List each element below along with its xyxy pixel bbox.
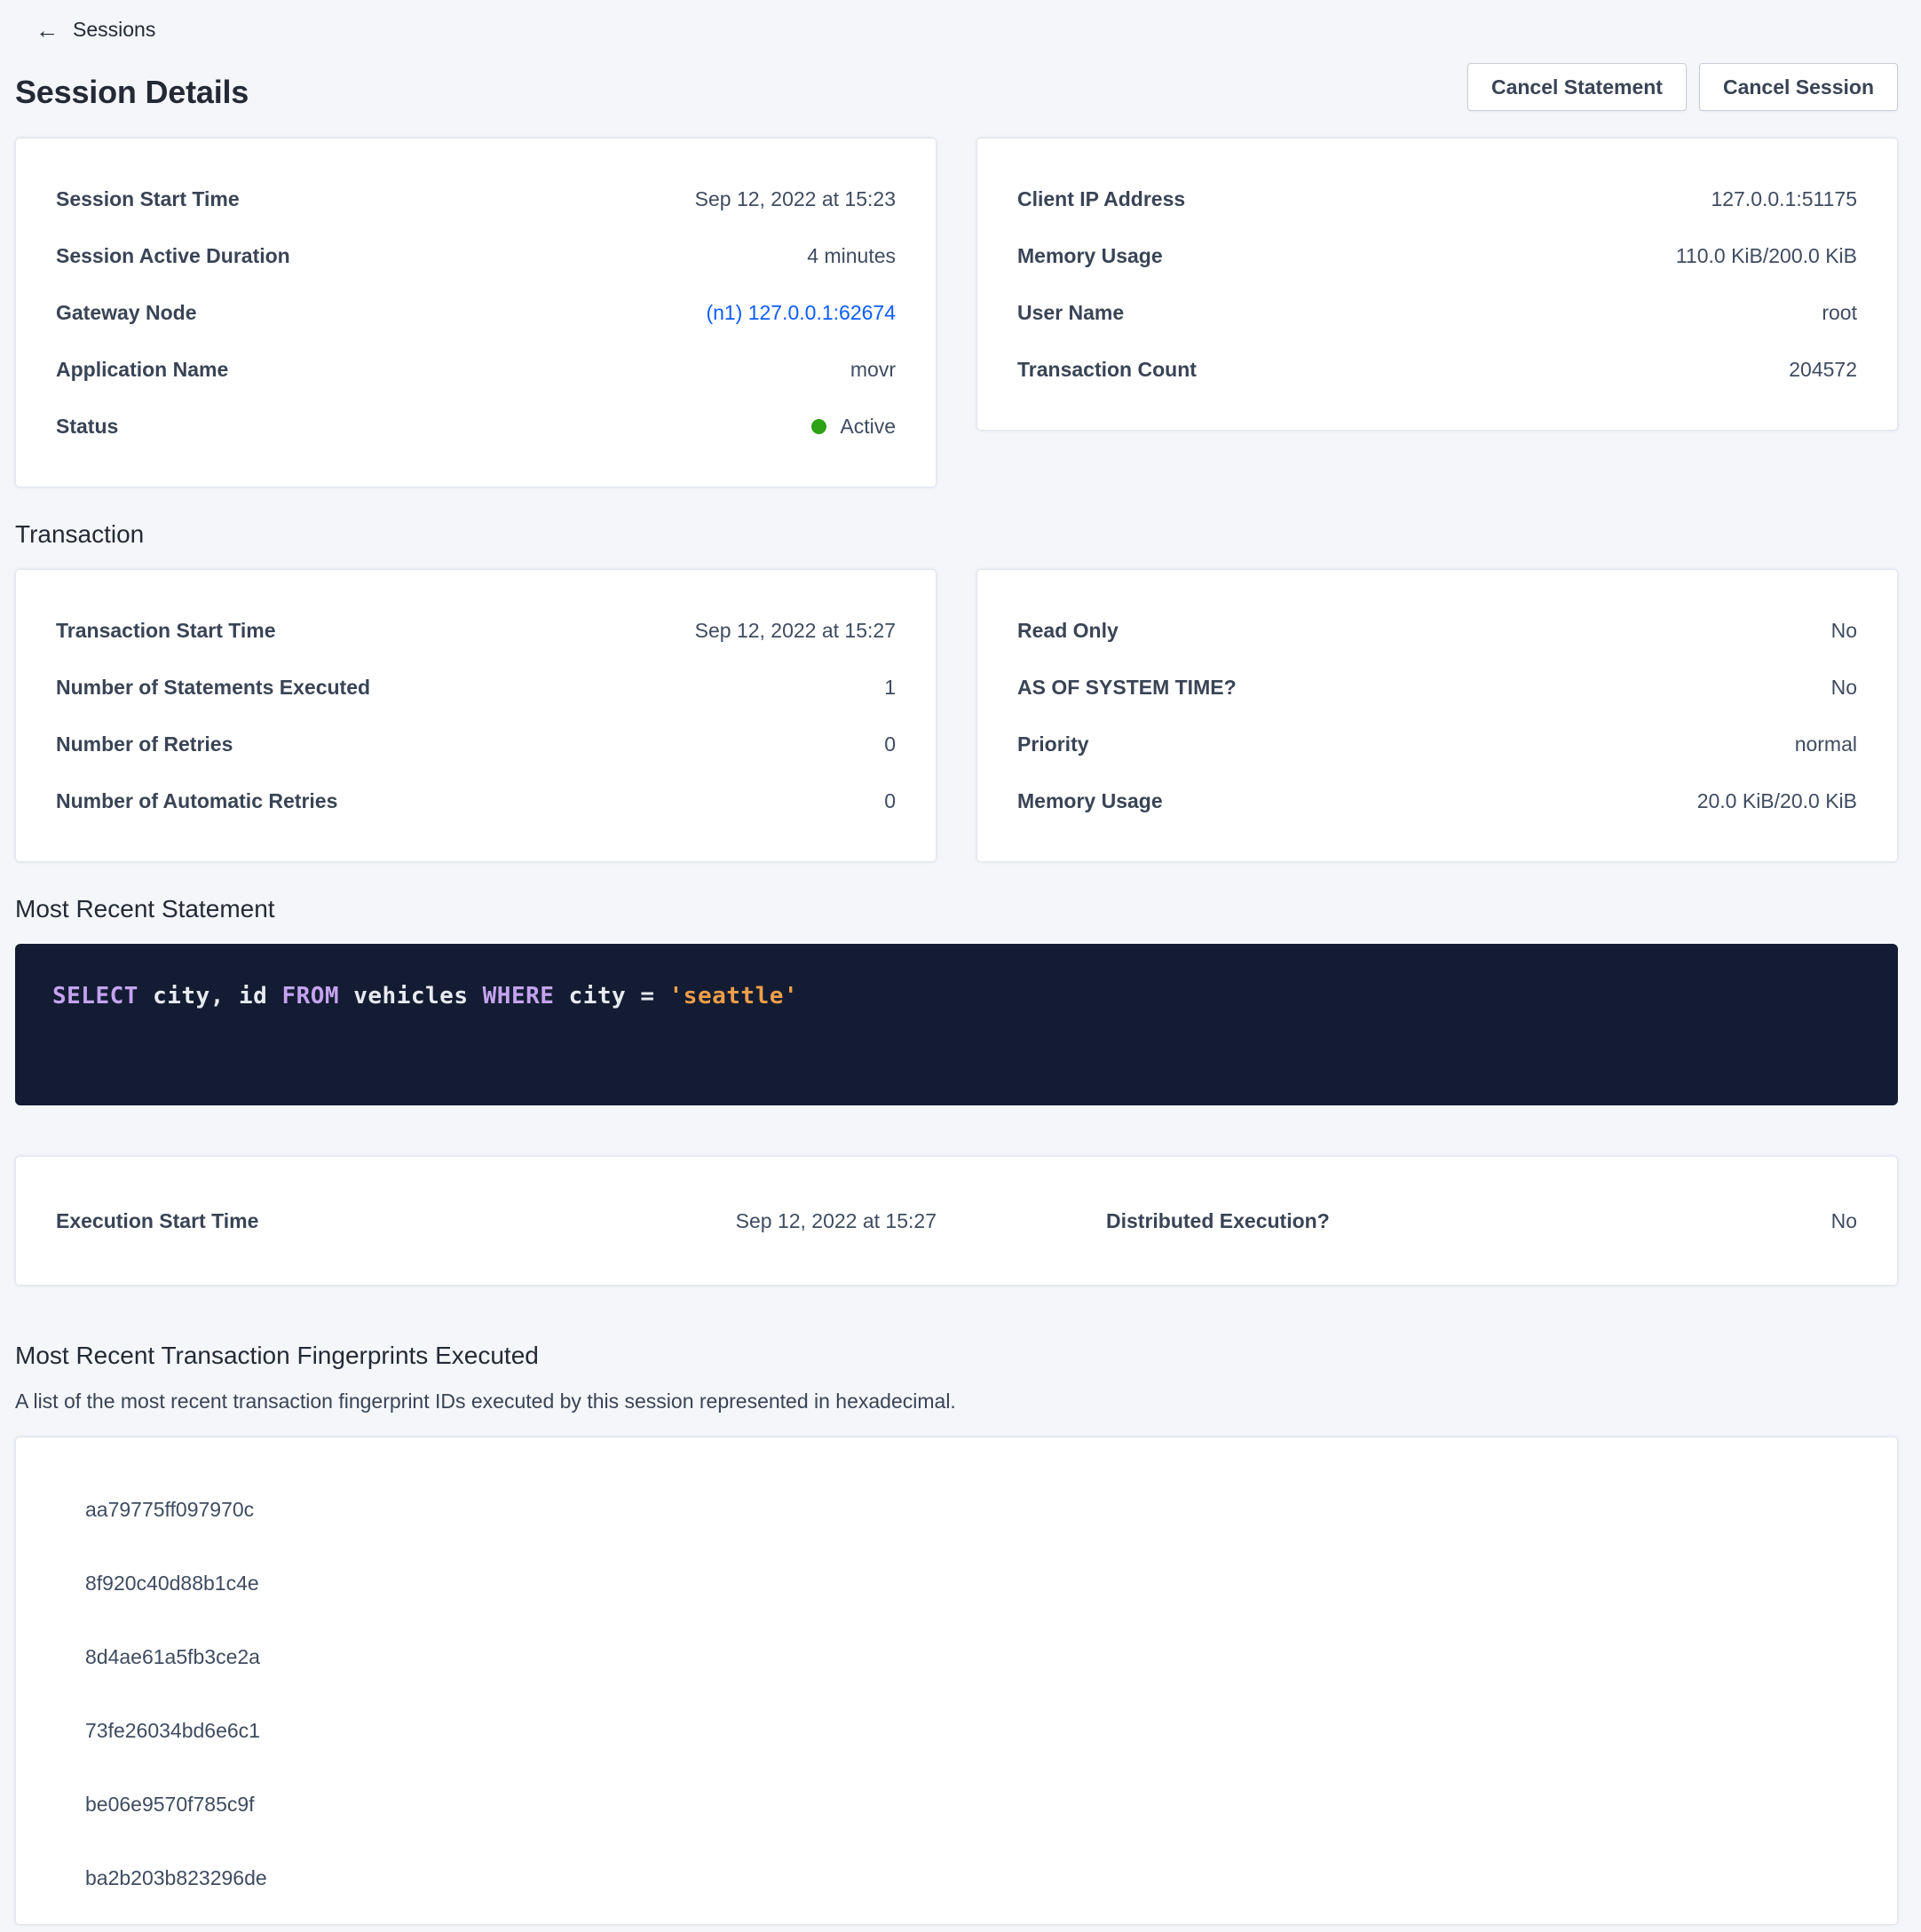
status-row: Status Active bbox=[56, 398, 896, 455]
session-active-duration-row: Session Active Duration 4 minutes bbox=[56, 227, 896, 284]
automatic-retries-label: Number of Automatic Retries bbox=[56, 789, 337, 813]
statements-executed-label: Number of Statements Executed bbox=[56, 676, 370, 700]
gateway-node-label: Gateway Node bbox=[56, 301, 197, 325]
transaction-section-heading: Transaction bbox=[15, 519, 1898, 550]
fingerprint-item: 8d4ae61a5fb3ce2a bbox=[56, 1620, 1857, 1694]
sql-token-kw: WHERE bbox=[483, 983, 555, 1010]
execution-card: Execution Start Time Sep 12, 2022 at 15:… bbox=[15, 1156, 1898, 1286]
transaction-start-time-label: Transaction Start Time bbox=[56, 619, 276, 643]
retries-value: 0 bbox=[884, 732, 896, 756]
transaction-count-row: Transaction Count 204572 bbox=[1017, 341, 1857, 398]
fingerprint-list: aa79775ff097970c8f920c40d88b1c4e8d4ae61a… bbox=[56, 1473, 1857, 1915]
priority-value: normal bbox=[1795, 732, 1857, 756]
retries-row: Number of Retries 0 bbox=[56, 716, 896, 772]
as-of-system-time-row: AS OF SYSTEM TIME? No bbox=[1017, 659, 1857, 716]
read-only-label: Read Only bbox=[1017, 619, 1119, 643]
arrow-left-icon: ← bbox=[36, 19, 59, 42]
client-ip-value: 127.0.0.1:51175 bbox=[1711, 187, 1857, 211]
session-memory-usage-label: Memory Usage bbox=[1017, 244, 1163, 268]
status-active-dot-icon bbox=[811, 419, 826, 434]
sql-token-kw: SELECT bbox=[52, 983, 138, 1010]
transaction-start-time-row: Transaction Start Time Sep 12, 2022 at 1… bbox=[56, 602, 896, 659]
back-link-label: Sessions bbox=[73, 18, 155, 42]
cancel-statement-button[interactable]: Cancel Statement bbox=[1467, 63, 1687, 111]
execution-start-time-value: Sep 12, 2022 at 15:27 bbox=[736, 1209, 937, 1233]
session-summary-card-right: Client IP Address 127.0.0.1:51175 Memory… bbox=[976, 138, 1898, 431]
fingerprints-section-heading: Most Recent Transaction Fingerprints Exe… bbox=[15, 1341, 1898, 1371]
status-value: Active bbox=[840, 415, 896, 439]
transaction-count-value: 204572 bbox=[1789, 358, 1857, 382]
session-start-time-label: Session Start Time bbox=[56, 187, 240, 211]
title-row: Session Details Cancel Statement Cancel … bbox=[15, 63, 1898, 111]
execution-start-time-label: Execution Start Time bbox=[56, 1209, 258, 1233]
status-label: Status bbox=[56, 415, 118, 439]
cancel-session-button[interactable]: Cancel Session bbox=[1699, 63, 1898, 111]
client-ip-row: Client IP Address 127.0.0.1:51175 bbox=[1017, 170, 1857, 227]
fingerprint-item: aa79775ff097970c bbox=[56, 1473, 1857, 1547]
session-summary-card-left: Session Start Time Sep 12, 2022 at 15:23… bbox=[15, 138, 937, 487]
client-ip-label: Client IP Address bbox=[1017, 187, 1185, 211]
sql-token-kw: FROM bbox=[281, 983, 339, 1010]
priority-row: Priority normal bbox=[1017, 716, 1857, 772]
page-title: Session Details bbox=[15, 74, 249, 111]
transaction-start-time-value: Sep 12, 2022 at 15:27 bbox=[695, 619, 896, 643]
as-of-system-time-label: AS OF SYSTEM TIME? bbox=[1017, 676, 1237, 700]
distributed-execution-label: Distributed Execution? bbox=[1106, 1209, 1330, 1233]
sql-token-plain: city, id bbox=[138, 983, 282, 1010]
gateway-node-row: Gateway Node (n1) 127.0.0.1:62674 bbox=[56, 284, 896, 341]
sql-token-plain: city = bbox=[554, 983, 668, 1010]
as-of-system-time-value: No bbox=[1831, 676, 1857, 700]
read-only-value: No bbox=[1831, 619, 1857, 643]
user-name-row: User Name root bbox=[1017, 284, 1857, 341]
distributed-execution-row: Distributed Execution? No bbox=[976, 1192, 1857, 1249]
sql-token-str: 'seattle' bbox=[669, 983, 798, 1010]
transaction-grid: Transaction Start Time Sep 12, 2022 at 1… bbox=[15, 569, 1898, 862]
session-start-time-value: Sep 12, 2022 at 15:23 bbox=[695, 187, 896, 211]
read-only-row: Read Only No bbox=[1017, 602, 1857, 659]
application-name-row: Application Name movr bbox=[56, 341, 896, 398]
fingerprints-subtitle: A list of the most recent transaction fi… bbox=[15, 1389, 1898, 1413]
transaction-card-right: Read Only No AS OF SYSTEM TIME? No Prior… bbox=[976, 569, 1898, 862]
fingerprint-item: be06e9570f785c9f bbox=[56, 1768, 1857, 1841]
fingerprint-item: 73fe26034bd6e6c1 bbox=[56, 1694, 1857, 1768]
transaction-memory-usage-row: Memory Usage 20.0 KiB/20.0 KiB bbox=[1017, 772, 1857, 829]
execution-start-time-row: Execution Start Time Sep 12, 2022 at 15:… bbox=[56, 1192, 937, 1249]
session-start-time-row: Session Start Time Sep 12, 2022 at 15:23 bbox=[56, 170, 896, 227]
transaction-count-label: Transaction Count bbox=[1017, 358, 1197, 382]
sql-token-plain: vehicles bbox=[339, 983, 483, 1010]
session-active-duration-value: 4 minutes bbox=[807, 244, 896, 268]
automatic-retries-row: Number of Automatic Retries 0 bbox=[56, 772, 896, 829]
transaction-memory-usage-label: Memory Usage bbox=[1017, 789, 1163, 813]
session-details-page: ← Sessions Session Details Cancel Statem… bbox=[0, 0, 1921, 1925]
retries-label: Number of Retries bbox=[56, 732, 233, 756]
most-recent-statement-heading: Most Recent Statement bbox=[15, 894, 1898, 924]
application-name-label: Application Name bbox=[56, 358, 228, 382]
fingerprints-card: aa79775ff097970c8f920c40d88b1c4e8d4ae61a… bbox=[15, 1437, 1898, 1925]
transaction-card-left: Transaction Start Time Sep 12, 2022 at 1… bbox=[15, 569, 937, 862]
statements-executed-row: Number of Statements Executed 1 bbox=[56, 659, 896, 716]
application-name-value: movr bbox=[850, 358, 896, 382]
distributed-execution-value: No bbox=[1831, 1209, 1857, 1233]
user-name-label: User Name bbox=[1017, 301, 1124, 325]
user-name-value: root bbox=[1822, 301, 1857, 325]
session-active-duration-label: Session Active Duration bbox=[56, 244, 290, 268]
action-buttons: Cancel Statement Cancel Session bbox=[1467, 63, 1898, 111]
fingerprint-item: 8f920c40d88b1c4e bbox=[56, 1547, 1857, 1620]
session-summary-grid: Session Start Time Sep 12, 2022 at 15:23… bbox=[15, 138, 1898, 487]
back-to-sessions-link[interactable]: ← Sessions bbox=[36, 18, 155, 42]
session-memory-usage-row: Memory Usage 110.0 KiB/200.0 KiB bbox=[1017, 227, 1857, 284]
automatic-retries-value: 0 bbox=[884, 789, 896, 813]
priority-label: Priority bbox=[1017, 732, 1089, 756]
gateway-node-link[interactable]: (n1) 127.0.0.1:62674 bbox=[706, 301, 896, 325]
statements-executed-value: 1 bbox=[884, 676, 896, 700]
session-memory-usage-value: 110.0 KiB/200.0 KiB bbox=[1676, 244, 1857, 268]
status-value-wrap: Active bbox=[811, 415, 896, 439]
transaction-memory-usage-value: 20.0 KiB/20.0 KiB bbox=[1697, 789, 1857, 813]
sql-statement: SELECT city, id FROM vehicles WHERE city… bbox=[15, 944, 1898, 1105]
fingerprint-item: ba2b203b823296de bbox=[56, 1841, 1857, 1915]
